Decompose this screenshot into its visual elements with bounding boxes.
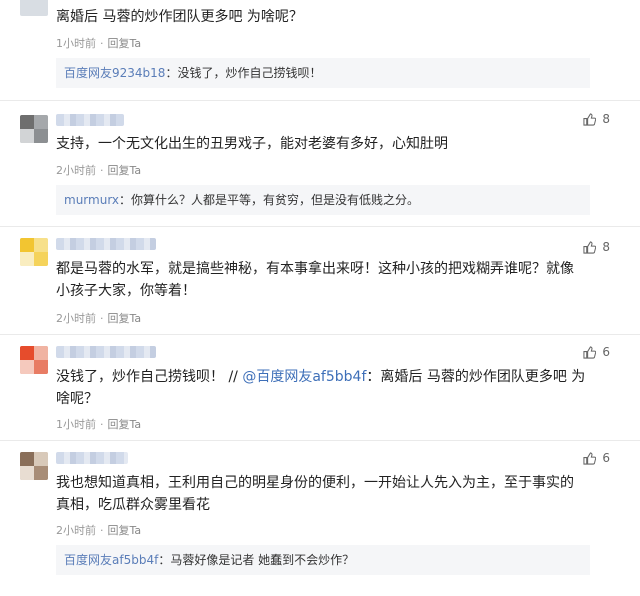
username-blurred	[56, 346, 156, 358]
thumbs-up-icon	[583, 112, 597, 126]
comment-meta: 1小时前 · 回复Ta	[56, 416, 141, 432]
meta-separator: ·	[100, 418, 104, 431]
sub-reply: murmurx：你算什么？人都是平等，有贫穷，但是没有低贱之分。	[56, 185, 590, 215]
thumbs-up-icon	[583, 240, 597, 254]
reply-button[interactable]: 回复Ta	[108, 312, 142, 325]
like-count: 8	[602, 240, 610, 254]
reply-button[interactable]: 回复Ta	[108, 164, 142, 177]
divider	[0, 100, 640, 101]
comment-text-line-2: 小孩子大家，你等着！	[56, 283, 196, 299]
divider	[0, 334, 640, 335]
comment-time: 2小时前	[56, 524, 96, 537]
comment-meta: 1小时前 · 回复Ta	[56, 35, 141, 51]
sub-reply-text: ：你算什么？人都是平等，有贫穷，但是没有低贱之分。	[119, 193, 420, 207]
thumbs-up-icon	[583, 451, 597, 465]
comment-time: 1小时前	[56, 37, 96, 50]
meta-separator: ·	[100, 312, 104, 325]
meta-separator: ·	[100, 524, 104, 537]
comment-text-part: 没钱了，炒作自己捞钱呗！ //	[56, 369, 243, 385]
like-button[interactable]: 6	[583, 345, 610, 359]
avatar[interactable]	[20, 452, 48, 480]
comment-text-line-1: 没钱了，炒作自己捞钱呗！ // @百度网友af5bb4f：离婚后 马蓉的炒作团队…	[56, 366, 596, 388]
like-count: 8	[602, 112, 610, 126]
reply-button[interactable]: 回复Ta	[108, 418, 142, 431]
reply-button[interactable]: 回复Ta	[108, 37, 142, 50]
mention-link[interactable]: @百度网友af5bb4f	[242, 369, 366, 385]
comment-text-line-1: 都是马蓉的水军，就是搞些神秘，有本事拿出来呀！这种小孩的把戏糊弄谁呢？就像	[56, 261, 574, 277]
sub-reply-text: ：没钱了，炒作自己捞钱呗！	[165, 66, 322, 80]
thumbs-up-icon	[583, 345, 597, 359]
comment-time: 1小时前	[56, 418, 96, 431]
avatar[interactable]	[20, 0, 48, 16]
meta-separator: ·	[100, 164, 104, 177]
comment-text: 没钱了，炒作自己捞钱呗！ // @百度网友af5bb4f：离婚后 马蓉的炒作团队…	[56, 366, 596, 410]
comment-text: 支持，一个无文化出生的丑男戏子，能对老婆有多好，心知肚明	[56, 136, 448, 152]
avatar[interactable]	[20, 238, 48, 266]
comment-text-line-1: 我也想知道真相，王利用自己的明星身份的便利，一开始让人先入为主，至于事实的	[56, 475, 574, 491]
avatar[interactable]	[20, 115, 48, 143]
sub-reply-text: ：马蓉好像是记者 她蠢到不会炒作？	[158, 553, 355, 567]
comment-text-line-2: 真相，吃瓜群众雾里看花	[56, 497, 210, 513]
like-count: 6	[602, 451, 610, 465]
comment-text: 离婚后 马蓉的炒作团队更多吧 为啥呢？	[56, 9, 303, 25]
reply-button[interactable]: 回复Ta	[108, 524, 142, 537]
comment-meta: 2小时前 · 回复Ta	[56, 310, 141, 326]
like-button[interactable]: 6	[583, 451, 610, 465]
divider	[0, 440, 640, 441]
username-blurred	[56, 238, 156, 250]
sub-reply-author[interactable]: murmurx	[64, 193, 119, 207]
comment-meta: 2小时前 · 回复Ta	[56, 162, 141, 178]
comment-meta: 2小时前 · 回复Ta	[56, 522, 141, 538]
username-blurred	[56, 452, 128, 464]
sub-reply-author[interactable]: 百度网友9234b18	[64, 66, 165, 80]
comment-text-line-2: 啥呢？	[56, 391, 98, 407]
meta-separator: ·	[100, 37, 104, 50]
comment-time: 2小时前	[56, 164, 96, 177]
divider	[0, 226, 640, 227]
comment-text: 都是马蓉的水军，就是搞些神秘，有本事拿出来呀！这种小孩的把戏糊弄谁呢？就像 小孩…	[56, 258, 596, 302]
sub-reply: 百度网友9234b18：没钱了，炒作自己捞钱呗！	[56, 58, 590, 88]
username-blurred	[56, 114, 124, 126]
like-button[interactable]: 8	[583, 112, 610, 126]
comment-text: 我也想知道真相，王利用自己的明星身份的便利，一开始让人先入为主，至于事实的 真相…	[56, 472, 596, 516]
avatar[interactable]	[20, 346, 48, 374]
comment-text-part: ：离婚后 马蓉的炒作团队更多吧 为	[366, 369, 586, 385]
like-button[interactable]: 8	[583, 240, 610, 254]
sub-reply-author[interactable]: 百度网友af5bb4f	[64, 553, 158, 567]
sub-reply: 百度网友af5bb4f：马蓉好像是记者 她蠢到不会炒作？	[56, 545, 590, 575]
comment-time: 2小时前	[56, 312, 96, 325]
like-count: 6	[602, 345, 610, 359]
